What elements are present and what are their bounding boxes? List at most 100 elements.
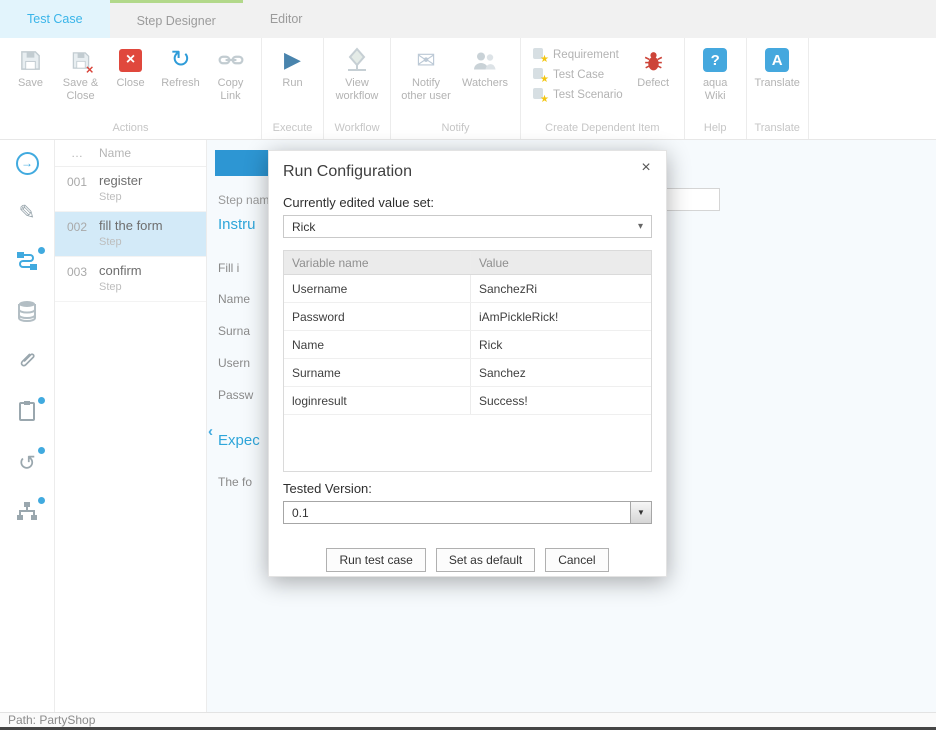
path-breadcrumb: Path: PartyShop	[8, 713, 95, 727]
table-row[interactable]: Password iAmPickleRick!	[284, 303, 651, 331]
set-as-default-button[interactable]: Set as default	[436, 548, 535, 572]
table-row[interactable]: Name Rick	[284, 331, 651, 359]
cancel-button[interactable]: Cancel	[545, 548, 608, 572]
edit-pencil-icon: ✎	[19, 203, 36, 223]
save-and-close-button[interactable]: × Save & Close	[57, 43, 104, 103]
copy-link-button[interactable]: Copy Link	[207, 43, 254, 103]
close-label: Close	[116, 77, 144, 90]
sidebar-item-hierarchy[interactable]	[14, 500, 40, 526]
sidebar-item-steps[interactable]	[14, 250, 40, 276]
variable-value-cell: iAmPickleRick!	[470, 303, 651, 330]
run-icon: ▶	[284, 46, 301, 74]
create-defect-label: Defect	[637, 77, 669, 90]
history-icon: ↺	[18, 453, 36, 474]
defect-bug-icon	[641, 46, 666, 74]
notification-dot	[38, 397, 45, 404]
dialog-close-icon[interactable]: ×	[637, 159, 655, 177]
ribbon-group-label-workflow: Workflow	[331, 118, 383, 138]
envelope-icon: ✉	[416, 46, 435, 74]
variable-name-cell: Password	[284, 303, 470, 330]
step-type: Step	[99, 236, 206, 248]
collapse-arrow-icon: →	[16, 152, 39, 175]
variable-value-cell: Rick	[470, 331, 651, 358]
value-set-dropdown[interactable]: Rick ▾	[283, 215, 652, 238]
link-icon	[218, 46, 244, 74]
ribbon-group-execute: ▶ Run Execute	[262, 38, 324, 139]
variable-name-cell: Name	[284, 331, 470, 358]
create-test-case-button[interactable]: ★ Test Case	[528, 65, 627, 84]
table-row[interactable]: loginresult Success!	[284, 387, 651, 415]
translate-icon: A	[765, 46, 789, 74]
instructions-heading: Instru	[218, 216, 256, 233]
save-button[interactable]: Save	[7, 43, 54, 90]
value-set-label: Currently edited value set:	[283, 195, 652, 210]
combo-caret-icon[interactable]: ▼	[630, 502, 651, 523]
tab-editor[interactable]: Editor	[243, 0, 330, 38]
notification-dot	[38, 247, 45, 254]
notification-dot	[38, 447, 45, 454]
translate-button[interactable]: A Translate	[754, 43, 801, 90]
step-type: Step	[99, 281, 206, 293]
ribbon-group-label-create-dependent-item: Create Dependent Item	[528, 118, 677, 138]
left-icon-sidebar: → ✎ ↺	[0, 140, 55, 712]
sidebar-item-collapse[interactable]: →	[14, 150, 40, 176]
translate-label: Translate	[754, 77, 799, 90]
ribbon-tab-bar: Test Case Step Designer Editor	[0, 0, 936, 38]
view-workflow-button[interactable]: View workflow	[331, 43, 383, 103]
workflow-icon	[343, 46, 371, 74]
app-window: Test Case Step Designer Editor Save × Sa	[0, 0, 936, 730]
refresh-icon: ↻	[170, 46, 190, 74]
sidebar-item-data[interactable]	[14, 300, 40, 326]
ribbon-group-label-actions: Actions	[7, 118, 254, 138]
sidebar-item-review[interactable]	[14, 400, 40, 426]
watchers-button[interactable]: Watchers	[457, 43, 513, 90]
create-test-scenario-button[interactable]: ★ Test Scenario	[528, 85, 627, 104]
step-title: fill the form	[99, 218, 206, 233]
tested-version-label: Tested Version:	[283, 481, 652, 496]
expected-results-text: The fo	[218, 475, 252, 489]
step-row-register[interactable]: 001 register Step	[55, 167, 206, 212]
variable-value-cell: Success!	[470, 387, 651, 414]
step-row-confirm[interactable]: 003 confirm Step	[55, 257, 206, 302]
tab-step-designer[interactable]: Step Designer	[110, 0, 243, 38]
save-label: Save	[18, 77, 43, 90]
menu-dots-icon[interactable]: …	[55, 146, 99, 160]
save-and-close-label: Save & Close	[57, 77, 104, 103]
tested-version-combobox[interactable]: 0.1 ▼	[283, 501, 652, 524]
ribbon-group-notify: ✉ Notify other user Watchers Notify	[391, 38, 521, 139]
dialog-header: Run Configuration ×	[269, 151, 666, 186]
value-set-selected: Rick	[292, 220, 315, 234]
test-case-icon: ★	[532, 67, 547, 82]
table-row[interactable]: Username SanchezRi	[284, 275, 651, 303]
dialog-title: Run Configuration	[283, 163, 412, 180]
variable-name-cell: Surname	[284, 359, 470, 386]
create-test-case-label: Test Case	[553, 69, 604, 81]
create-defect-button[interactable]: Defect	[630, 43, 677, 90]
ribbon-group-label-notify: Notify	[398, 118, 513, 138]
ribbon-group-help: ? aqua Wiki Help	[685, 38, 747, 139]
ribbon-group-create-dependent-item: ★ Requirement ★ Test Case ★ Test Scenari…	[521, 38, 685, 139]
refresh-button[interactable]: ↻ Refresh	[157, 43, 204, 90]
close-button[interactable]: × Close	[107, 43, 154, 90]
close-icon: ×	[119, 46, 142, 74]
ribbon: Save × Save & Close × Close	[0, 38, 936, 140]
create-requirement-button[interactable]: ★ Requirement	[528, 45, 627, 64]
sidebar-item-history[interactable]: ↺	[14, 450, 40, 476]
field-label-name: Name	[218, 292, 250, 306]
notification-dot	[38, 497, 45, 504]
table-row[interactable]: Surname Sanchez	[284, 359, 651, 387]
notify-other-user-button[interactable]: ✉ Notify other user	[398, 43, 454, 103]
create-requirement-label: Requirement	[553, 49, 619, 61]
watchers-icon	[471, 46, 499, 74]
sidebar-item-edit[interactable]: ✎	[14, 200, 40, 226]
aqua-wiki-button[interactable]: ? aqua Wiki	[692, 43, 739, 103]
tab-test-case[interactable]: Test Case	[0, 0, 110, 38]
instruction-text: Fill i	[218, 261, 239, 275]
sidebar-item-attachments[interactable]	[14, 350, 40, 376]
collapse-chevron-icon[interactable]: ‹	[208, 423, 213, 440]
status-bar: Path: PartyShop	[0, 712, 936, 727]
run-test-case-button[interactable]: Run test case	[326, 548, 425, 572]
step-row-fill-the-form[interactable]: 002 fill the form Step	[55, 212, 206, 257]
steps-flow-icon	[15, 250, 39, 277]
run-button[interactable]: ▶ Run	[269, 43, 316, 90]
